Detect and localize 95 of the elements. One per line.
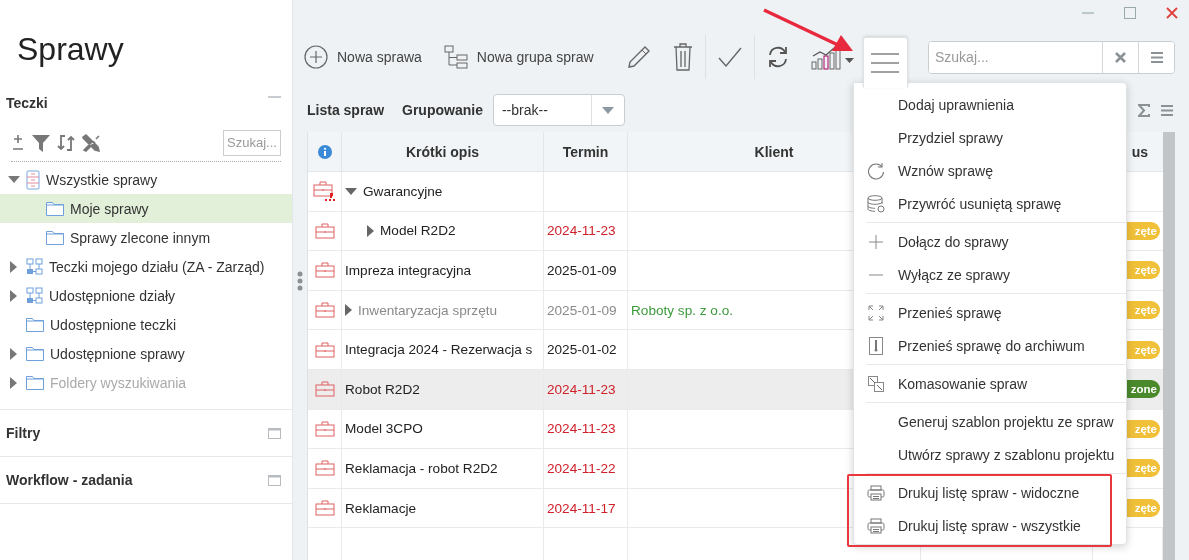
tree-item[interactable]: Wszystkie sprawy xyxy=(0,165,292,194)
due-date: 2024-11-23 xyxy=(547,381,616,397)
caret-right-icon[interactable] xyxy=(345,304,352,317)
archive-box-icon xyxy=(869,336,883,355)
caret-right-icon[interactable] xyxy=(10,289,18,302)
tree-item[interactable]: Udostępnione działy xyxy=(0,281,292,310)
tree-item[interactable]: Udostępnione sprawy xyxy=(0,339,292,368)
grouping-select[interactable]: --brak-- xyxy=(492,94,625,126)
due-date: 2025-01-02 xyxy=(547,342,617,358)
close-icon[interactable] xyxy=(1166,7,1178,19)
search-field[interactable]: Szukaj... xyxy=(223,129,281,156)
folder-icon xyxy=(46,230,64,245)
caret-right-icon[interactable] xyxy=(367,224,374,237)
case-title: Model R2D2 xyxy=(380,223,456,239)
options-button[interactable] xyxy=(1138,41,1174,73)
expand-arrows-icon xyxy=(868,304,884,321)
folder-icon xyxy=(26,346,44,361)
briefcase-icon xyxy=(314,302,335,319)
refresh-icon[interactable] xyxy=(766,46,789,68)
menu-item[interactable]: Dodaj uprawnienia xyxy=(854,88,1126,121)
menu-button[interactable] xyxy=(862,37,908,88)
sum-icon[interactable] xyxy=(1138,103,1150,117)
due-date: 2024-11-17 xyxy=(547,500,616,516)
case-title: Integracja 2024 - Rezerwacja s xyxy=(345,342,533,358)
due-date: 2024-11-22 xyxy=(547,460,616,476)
cabinet-icon xyxy=(26,169,40,190)
hierarchy-icon xyxy=(443,45,468,69)
info-icon xyxy=(317,144,332,159)
org-chart-icon xyxy=(26,258,43,275)
plus-icon xyxy=(869,234,883,249)
column-header[interactable]: Krótki opis xyxy=(342,132,544,172)
column-header[interactable]: us xyxy=(1131,143,1148,160)
client-name: Roboty sp. z o.o. xyxy=(631,302,733,318)
list-title: Lista spraw xyxy=(307,102,385,118)
plus-minus-icon[interactable] xyxy=(11,133,25,152)
briefcase-icon xyxy=(314,420,335,437)
tree-item[interactable]: Udostępnione teczki xyxy=(0,310,292,339)
splitter-handle-icon[interactable] xyxy=(297,271,303,291)
briefcase-icon xyxy=(314,460,335,477)
grouping-label: Grupowanie xyxy=(402,102,483,118)
briefcase-icon xyxy=(314,222,335,239)
folder-icon xyxy=(46,201,64,216)
scrollbar[interactable] xyxy=(1163,132,1175,560)
menu-icon xyxy=(1150,51,1163,63)
org-chart-icon xyxy=(26,287,43,304)
menu-icon xyxy=(871,52,900,73)
printer-icon xyxy=(867,484,885,501)
case-title: Robot R2D2 xyxy=(345,381,420,397)
caret-down-icon[interactable] xyxy=(8,175,20,184)
printer-icon xyxy=(867,517,885,534)
sync-icon[interactable] xyxy=(57,132,75,153)
close-icon xyxy=(1115,51,1126,63)
due-date: 2025-01-09 xyxy=(547,263,617,278)
search-field[interactable]: Szukaj... xyxy=(928,40,1175,74)
folder-icon xyxy=(26,317,44,332)
briefcase-icon xyxy=(314,262,335,279)
filter-icon[interactable] xyxy=(31,132,51,153)
due-date: 2024-11-23 xyxy=(547,223,616,239)
tree-item[interactable]: Sprawy zlecone innym xyxy=(0,223,292,252)
caret-down-icon[interactable] xyxy=(345,187,357,195)
pencil-icon[interactable] xyxy=(626,45,651,69)
database-icon xyxy=(867,194,885,213)
column-header[interactable]: Termin xyxy=(544,132,628,172)
app-title: Sprawy xyxy=(16,30,125,69)
minus-icon xyxy=(869,273,883,276)
trash-icon[interactable] xyxy=(672,43,693,71)
briefcase-group-icon xyxy=(312,180,337,203)
new-group-button[interactable]: Nowa grupa spraw xyxy=(443,37,602,77)
case-title: Reklamacja - robot R2D2 xyxy=(345,460,498,476)
case-title: Impreza integracyjna xyxy=(345,263,472,278)
circular-arrow-icon xyxy=(867,161,885,180)
tree-item[interactable]: Moje sprawy xyxy=(0,194,292,223)
tools-icon[interactable] xyxy=(81,132,101,153)
panel-title: Teczki xyxy=(6,95,48,111)
folder-icon xyxy=(26,375,44,390)
plus-circle-icon xyxy=(304,45,328,69)
case-title: Reklamacje xyxy=(345,500,416,516)
panel-title: Filtry xyxy=(6,425,41,441)
briefcase-icon xyxy=(314,500,335,517)
menu-icon[interactable] xyxy=(1161,104,1173,116)
briefcase-icon xyxy=(314,341,335,358)
merge-icon xyxy=(868,375,884,392)
tree-item[interactable]: Teczki mojego działu (ZA - Zarząd) xyxy=(0,252,292,281)
due-date: 2024-11-23 xyxy=(547,421,616,437)
case-title: Gwarancyjne xyxy=(363,183,443,199)
caret-right-icon[interactable] xyxy=(10,347,18,360)
caret-down-icon xyxy=(601,106,614,114)
check-icon[interactable] xyxy=(717,47,742,67)
case-title: Model 3CPO xyxy=(345,421,423,437)
case-title: Inwentaryzacja sprzętu xyxy=(358,302,498,318)
briefcase-icon xyxy=(314,381,335,398)
due-date: 2025-01-09 xyxy=(547,302,617,318)
new-case-button[interactable]: Nowa sprawa xyxy=(304,37,430,77)
panel-title: Workflow - zadania xyxy=(6,472,133,488)
caret-right-icon[interactable] xyxy=(10,260,18,273)
